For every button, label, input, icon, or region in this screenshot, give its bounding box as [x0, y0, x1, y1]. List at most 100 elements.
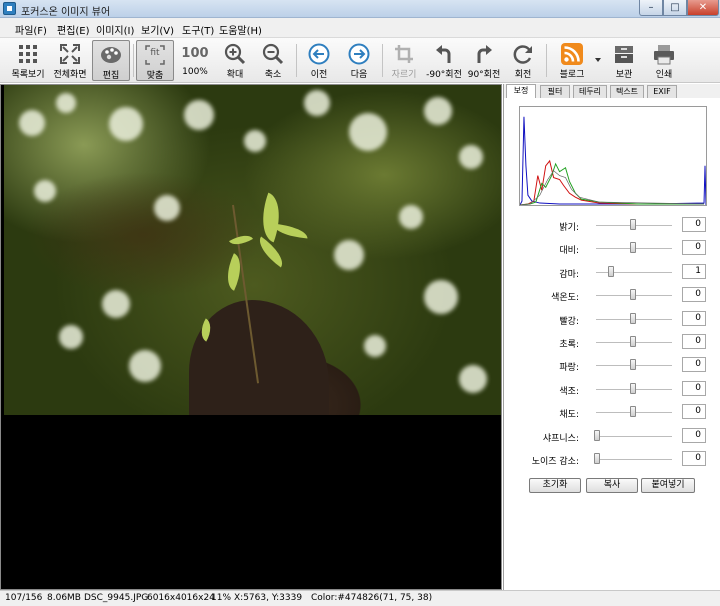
- slider-value-input[interactable]: 0: [682, 404, 706, 420]
- zoom-out-button[interactable]: 축소: [254, 40, 292, 81]
- maximize-button[interactable]: □: [663, 0, 687, 16]
- print-label: 인쇄: [655, 70, 673, 80]
- rotate-label: 회전: [514, 70, 532, 80]
- slider-thumb[interactable]: [630, 359, 636, 371]
- menu-image[interactable]: 이미지(I): [96, 22, 134, 37]
- slider-row: 파랑: 0: [504, 357, 720, 377]
- slider-track[interactable]: [596, 459, 672, 461]
- rotate-right-label: 90°회전: [467, 70, 501, 80]
- slider-thumb[interactable]: [608, 265, 614, 277]
- menu-bar: 파일(F) 편집(E) 이미지(I) 보기(V) 도구(T) 도움말(H): [0, 18, 720, 38]
- slider-value-input[interactable]: 0: [682, 287, 706, 303]
- minimize-button[interactable]: –: [639, 0, 663, 16]
- tab-border[interactable]: 테두리: [573, 85, 607, 98]
- tab-text[interactable]: 텍스트: [610, 85, 644, 98]
- slider-thumb[interactable]: [630, 336, 636, 347]
- save-button[interactable]: 보관: [604, 40, 644, 81]
- slider-label: 밝기:: [559, 223, 579, 233]
- bokeh: [424, 97, 452, 125]
- tab-correction[interactable]: 보정: [506, 84, 536, 98]
- menu-edit[interactable]: 편집(E): [57, 22, 90, 37]
- slider-value-input[interactable]: 0: [682, 357, 706, 373]
- menu-view[interactable]: 보기(V): [141, 22, 174, 37]
- tab-exif[interactable]: EXIF: [647, 85, 677, 98]
- title-bar[interactable]: 포커스온 이미지 뷰어 – □ ✕: [0, 0, 720, 18]
- palette-icon: [101, 47, 121, 63]
- paste-button[interactable]: 붙여넣기: [641, 478, 695, 493]
- close-button[interactable]: ✕: [687, 0, 719, 16]
- zoom-in-button[interactable]: 확대: [216, 40, 254, 81]
- slider-row: 빨강: 0: [504, 310, 720, 331]
- slider-value-input[interactable]: 0: [682, 380, 706, 396]
- toolbar: 목록보기 전체화면 편집 fit 맞춤 100 100% 확대 축소 이전 다음…: [0, 38, 720, 83]
- slider-value-input[interactable]: 0: [682, 334, 706, 349]
- actual-size-label: 100%: [182, 67, 208, 77]
- fullscreen-button[interactable]: 전체화면: [50, 40, 90, 81]
- crop-icon: [395, 45, 413, 63]
- slider-value-input[interactable]: 0: [682, 451, 706, 466]
- slider-thumb[interactable]: [594, 453, 600, 464]
- actual-size-button[interactable]: 100 100%: [176, 40, 214, 81]
- rotate-right-button[interactable]: 90°회전: [464, 40, 504, 81]
- rotate-left-label: -90°회전: [426, 70, 462, 80]
- slider-value-input[interactable]: 1: [682, 263, 706, 279]
- slider-value-input[interactable]: 0: [682, 427, 706, 443]
- slider-thumb[interactable]: [630, 219, 636, 230]
- previous-button[interactable]: 이전: [300, 40, 338, 81]
- copy-button[interactable]: 복사: [586, 478, 638, 493]
- next-label: 다음: [350, 70, 368, 80]
- slider-track[interactable]: [596, 435, 672, 438]
- slider-label: 대비:: [559, 246, 579, 257]
- status-index: 107/156: [5, 593, 43, 603]
- next-button[interactable]: 다음: [340, 40, 378, 81]
- slider-row: 대비: 0: [504, 240, 720, 260]
- blog-dropdown-button[interactable]: [594, 40, 602, 81]
- tab-filter[interactable]: 필터: [540, 85, 570, 98]
- tree-trunk: [189, 300, 329, 415]
- blog-button[interactable]: 블로그: [550, 40, 594, 81]
- slider-value-input[interactable]: 0: [682, 310, 706, 326]
- menu-help[interactable]: 도움말(H): [219, 22, 262, 37]
- status-zoom: 11%: [211, 593, 232, 603]
- slider-thumb[interactable]: [630, 382, 636, 394]
- bokeh: [304, 90, 330, 116]
- crop-button[interactable]: 자르기: [385, 40, 423, 81]
- status-coords: X:5763, Y:3339: [234, 593, 303, 603]
- photo[interactable]: [4, 85, 501, 415]
- window-title: 포커스온 이미지 뷰어: [21, 7, 111, 18]
- rotate-button[interactable]: 회전: [504, 40, 542, 81]
- edit-button[interactable]: 편집: [92, 40, 130, 81]
- slider-thumb[interactable]: [630, 406, 636, 418]
- slider-thumb[interactable]: [630, 289, 636, 301]
- slider-thumb[interactable]: [630, 242, 636, 254]
- slider-value-input[interactable]: 0: [682, 217, 706, 232]
- status-dimensions: 6016x4016x24: [147, 593, 215, 603]
- bokeh: [34, 180, 56, 202]
- status-bar: 107/156 8.06MB DSC_9945.JPG 6016x4016x24…: [0, 590, 720, 606]
- chevron-down-icon: [595, 58, 601, 62]
- bokeh: [59, 325, 83, 349]
- menu-file[interactable]: 파일(F): [15, 22, 47, 37]
- arrow-right-icon: [348, 43, 370, 65]
- slider-label: 샤프니스:: [542, 433, 579, 444]
- slider-row: 샤프니스: 0: [504, 427, 720, 448]
- list-view-label: 목록보기: [11, 70, 45, 80]
- toolbar-separator: [546, 44, 547, 77]
- slider-value-input[interactable]: 0: [682, 240, 706, 256]
- edit-label: 편집: [102, 71, 120, 81]
- slider-label: 파랑:: [559, 363, 579, 374]
- fit-button[interactable]: fit 맞춤: [136, 40, 174, 81]
- rotate-left-button[interactable]: -90°회전: [424, 40, 464, 81]
- print-button[interactable]: 인쇄: [644, 40, 684, 81]
- list-view-button[interactable]: 목록보기: [8, 40, 48, 81]
- reset-button[interactable]: 초기화: [529, 478, 581, 493]
- menu-tools[interactable]: 도구(T): [182, 22, 214, 37]
- slider-row: 밝기: 0: [504, 217, 720, 237]
- app-icon: [3, 2, 16, 15]
- slider-thumb[interactable]: [630, 312, 636, 324]
- zoom-in-icon: [224, 43, 246, 65]
- slider-thumb[interactable]: [594, 429, 600, 441]
- zoom-in-label: 확대: [226, 70, 244, 80]
- slider-label: 빨강:: [559, 316, 579, 327]
- fullscreen-label: 전체화면: [53, 70, 87, 80]
